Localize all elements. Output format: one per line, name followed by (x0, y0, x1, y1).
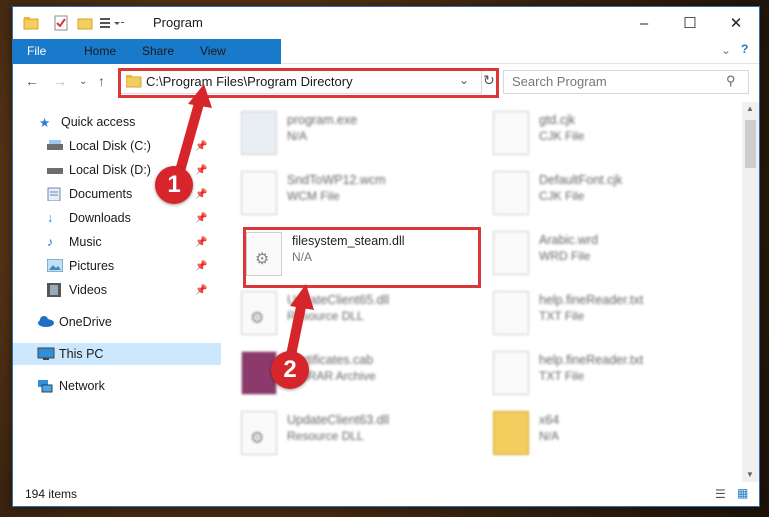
callout-2: 2 (271, 351, 309, 389)
callout-1: 1 (155, 166, 193, 204)
annotation-arrows (173, 84, 314, 365)
